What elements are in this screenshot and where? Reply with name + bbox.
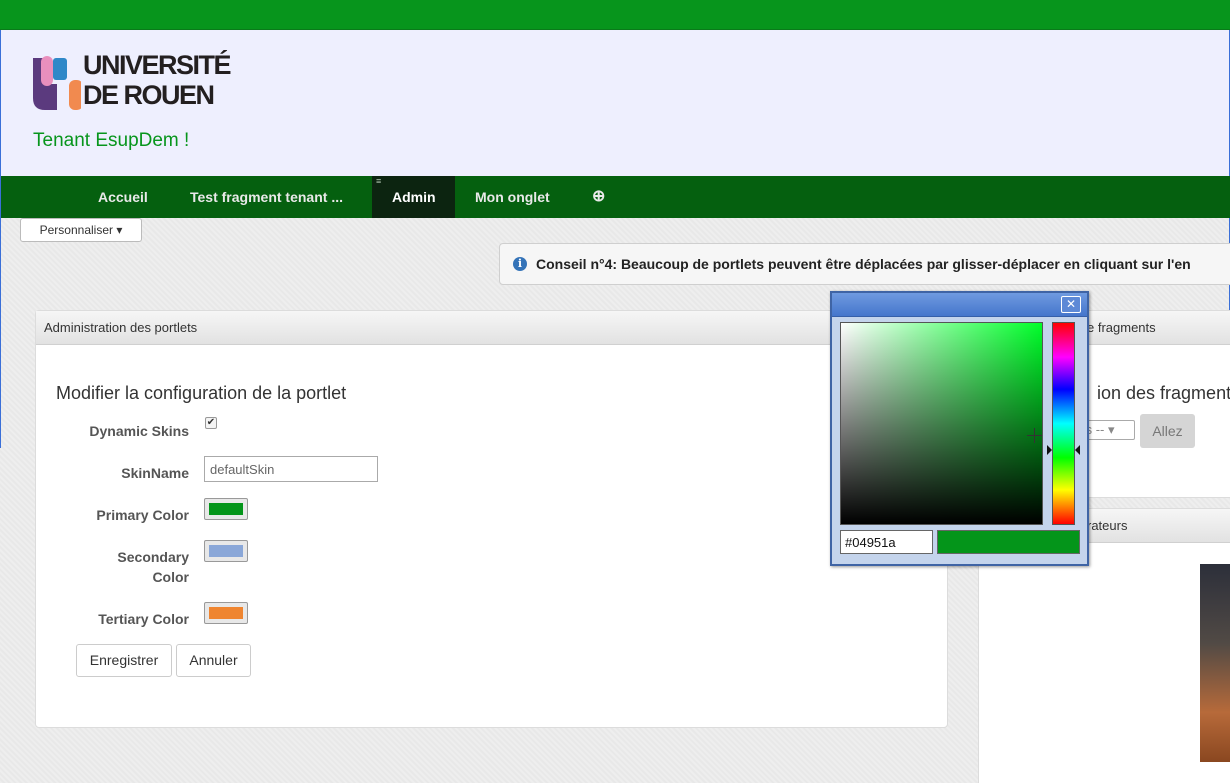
- cancel-button[interactable]: Annuler: [176, 644, 251, 677]
- hue-marker-right-icon[interactable]: [1075, 445, 1080, 455]
- tip-text: Conseil n°4: Beaucoup de portlets peuven…: [536, 256, 1191, 272]
- secondary-color-fill: [209, 545, 243, 557]
- tab-admin[interactable]: ≡ Admin: [372, 176, 455, 218]
- top-color-bar: [0, 0, 1230, 30]
- main-navigation: Accueil Test fragment tenant ... ≡ Admin…: [0, 176, 1230, 218]
- portlet-admin-panel: Administration des portlets Modifier la …: [35, 310, 948, 728]
- hue-marker-left-icon[interactable]: [1047, 445, 1052, 455]
- saturation-value-field[interactable]: [840, 322, 1043, 525]
- logo-line-2: DE ROUEN: [83, 80, 215, 110]
- skin-name-label: SkinName: [121, 465, 189, 481]
- tertiary-color-swatch[interactable]: [204, 602, 248, 624]
- add-tab-icon[interactable]: ⊕: [572, 176, 625, 218]
- logo-line-1: UNIVERSITÉ: [83, 50, 232, 80]
- tip-banner: i Conseil n°4: Beaucoup de portlets peuv…: [499, 243, 1230, 285]
- secondary-color-label-text: Secondary Color: [117, 549, 189, 585]
- drag-grip-icon[interactable]: ≡: [376, 177, 381, 186]
- dynamic-skins-label: Dynamic Skins: [89, 423, 189, 439]
- go-button[interactable]: Allez: [1140, 414, 1195, 448]
- frame-border-left: [0, 176, 1, 448]
- logo-mark-icon: [33, 56, 83, 110]
- panel-header[interactable]: Administration des portlets: [36, 311, 947, 345]
- logo-text: UNIVERSITÉ DE ROUEN: [83, 50, 232, 110]
- skin-name-input[interactable]: [204, 456, 378, 482]
- primary-color-swatch[interactable]: [204, 498, 248, 520]
- color-picker-dialog: ✕: [830, 291, 1089, 566]
- hue-slider[interactable]: [1052, 322, 1075, 525]
- tab-mon-onglet[interactable]: Mon onglet: [455, 176, 570, 218]
- save-button[interactable]: Enregistrer: [76, 644, 172, 677]
- site-header: UNIVERSITÉ DE ROUEN Tenant EsupDem !: [0, 30, 1230, 176]
- secondary-color-swatch[interactable]: [204, 540, 248, 562]
- primary-color-label: Primary Color: [96, 507, 189, 523]
- color-preview: [937, 530, 1080, 554]
- tab-admin-label: Admin: [392, 189, 436, 205]
- secondary-color-label: Secondary Color: [36, 547, 189, 587]
- primary-color-fill: [209, 503, 243, 515]
- fragments-title: ion des fragments: [1097, 383, 1230, 403]
- info-icon: i: [513, 257, 527, 271]
- tertiary-color-fill: [209, 607, 243, 619]
- dynamic-skins-checkbox[interactable]: ✔: [205, 417, 217, 429]
- color-picker-titlebar[interactable]: [832, 293, 1087, 317]
- form-title: Modifier la configuration de la portlet: [56, 383, 347, 403]
- hex-color-input[interactable]: [840, 530, 933, 554]
- tab-accueil[interactable]: Accueil: [78, 176, 168, 218]
- promo-image[interactable]: [1200, 564, 1230, 762]
- university-logo[interactable]: UNIVERSITÉ DE ROUEN: [33, 50, 232, 112]
- personalize-button[interactable]: Personnaliser ▾: [20, 218, 142, 242]
- tertiary-color-label: Tertiary Color: [98, 611, 189, 627]
- tenant-title: Tenant EsupDem !: [33, 130, 190, 151]
- administrators-panel-header-text: rateurs: [1087, 518, 1128, 533]
- tab-test-fragment[interactable]: Test fragment tenant ...: [170, 176, 363, 218]
- crosshair-cursor-icon[interactable]: [1027, 428, 1042, 443]
- close-icon[interactable]: ✕: [1061, 296, 1081, 313]
- fragments-panel-header-text: e fragments: [1087, 320, 1156, 335]
